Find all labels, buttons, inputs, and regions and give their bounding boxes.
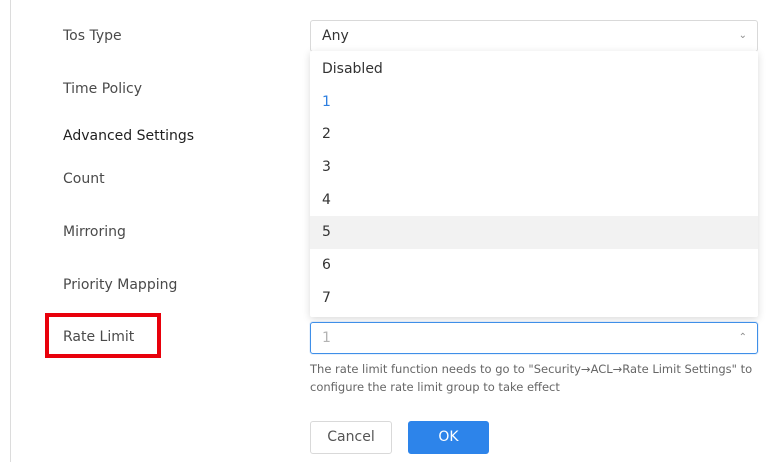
chevron-down-icon: ⌄ [738, 30, 747, 41]
tos-type-select[interactable]: Any ⌄ [310, 20, 758, 52]
dropdown-option-7[interactable]: 7 [310, 282, 758, 315]
left-border-line [10, 0, 11, 462]
rate-limit-highlight-box [45, 313, 161, 358]
rate-limit-value: 1 [322, 330, 331, 346]
dropdown-option-3[interactable]: 3 [310, 151, 758, 184]
dropdown-option-5[interactable]: 5 [310, 216, 758, 250]
count-label: Count [63, 171, 105, 187]
tos-type-value: Any [322, 28, 349, 44]
priority-mapping-label: Priority Mapping [63, 277, 178, 293]
rate-limit-select[interactable]: 1 ⌃ [310, 322, 758, 354]
dropdown-option-2[interactable]: 2 [310, 118, 758, 151]
dropdown-option-1[interactable]: 1 [310, 86, 758, 119]
cancel-button[interactable]: Cancel [310, 421, 392, 454]
ok-button[interactable]: OK [408, 421, 489, 454]
advanced-settings-heading: Advanced Settings [63, 128, 195, 144]
dropdown-option-6[interactable]: 6 [310, 249, 758, 282]
rate-limit-hint: The rate limit function needs to go to "… [310, 362, 753, 394]
tos-type-label: Tos Type [63, 28, 122, 44]
chevron-up-icon: ⌃ [738, 332, 747, 343]
time-policy-label: Time Policy [63, 81, 142, 97]
rate-limit-dropdown: Disabled 1 2 3 4 5 6 7 [310, 51, 758, 317]
dropdown-option-disabled[interactable]: Disabled [310, 53, 758, 86]
mirroring-label: Mirroring [63, 224, 126, 240]
dropdown-option-4[interactable]: 4 [310, 184, 758, 217]
